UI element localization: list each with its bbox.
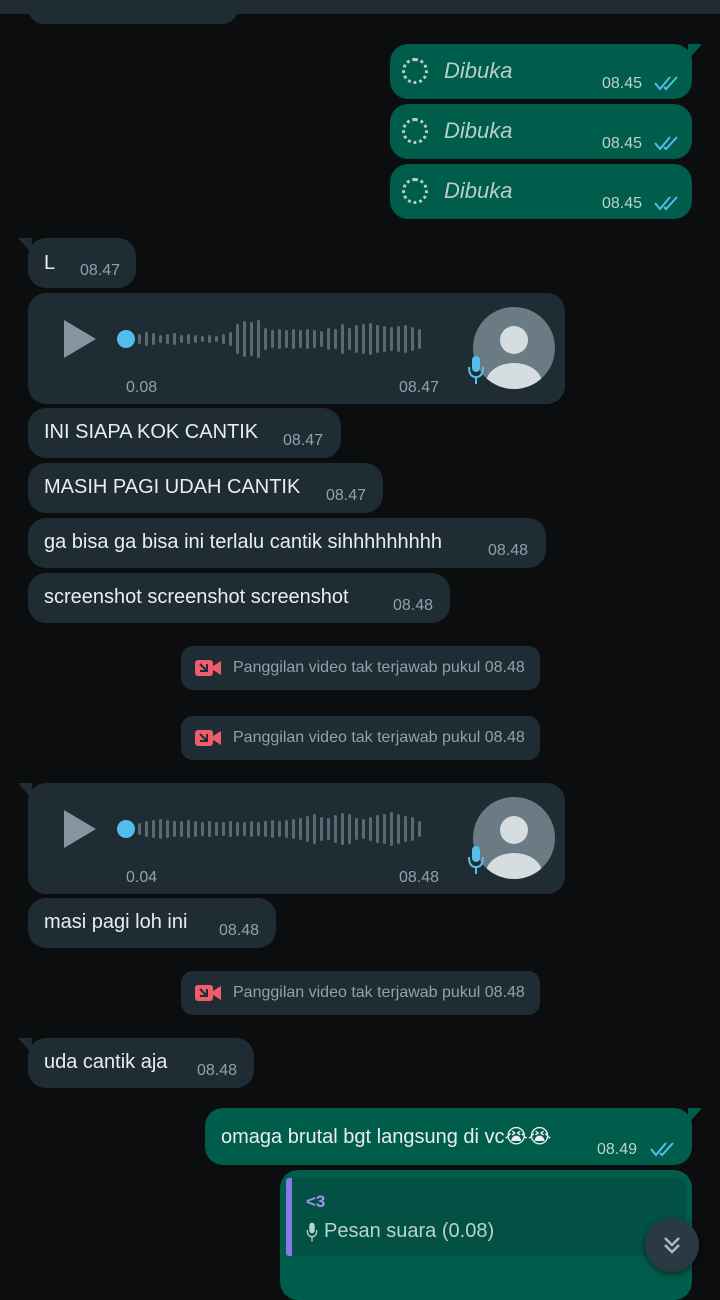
view-once-icon <box>402 58 428 84</box>
incoming-message[interactable]: screenshot screenshot screenshot 08.48 <box>28 573 450 623</box>
chevron-double-down-icon <box>664 1237 680 1254</box>
message-time: 08.48 <box>488 542 529 559</box>
view-once-label: Dibuka <box>444 178 513 203</box>
view-once-icon <box>402 118 428 144</box>
video-missed-icon <box>195 985 221 1001</box>
previous-message-bubble[interactable] <box>28 0 238 24</box>
voice-progress-handle[interactable] <box>117 330 135 348</box>
view-once-label: Dibuka <box>444 118 513 143</box>
incoming-message[interactable]: masi pagi loh ini 08.48 <box>28 898 276 948</box>
mic-icon <box>306 1222 318 1242</box>
message-time: 08.48 <box>197 1062 238 1079</box>
voice-waveform[interactable] <box>138 319 421 359</box>
notice-text: Panggilan video tak terjawab pukul 08.48 <box>233 659 525 676</box>
missed-video-call-notice[interactable]: Panggilan video tak terjawab pukul 08.48 <box>181 971 540 1015</box>
bubble-tail <box>688 1108 702 1124</box>
double-check-icon <box>654 76 678 91</box>
message-text: uda cantik aja <box>44 1051 168 1073</box>
message-time: 08.45 <box>602 75 643 92</box>
view-once-message[interactable]: Dibuka 08.45 <box>390 164 692 219</box>
incoming-message[interactable]: INI SIAPA KOK CANTIK 08.47 <box>28 408 341 458</box>
view-once-message[interactable]: Dibuka 08.45 <box>390 104 692 159</box>
message-time: 08.47 <box>326 487 367 504</box>
voice-duration: 0.08 <box>126 379 158 396</box>
message-time: 08.47 <box>283 432 324 449</box>
voice-waveform[interactable] <box>138 809 421 849</box>
message-time: 08.48 <box>219 922 260 939</box>
message-text: omaga brutal bgt langsung di vc😭😭 <box>221 1126 552 1148</box>
voice-duration: 0.04 <box>126 869 158 886</box>
view-once-icon <box>402 178 428 204</box>
view-once-message[interactable]: Dibuka 08.45 <box>390 44 692 99</box>
message-time: 08.47 <box>80 262 121 279</box>
message-text: MASIH PAGI UDAH CANTIK <box>44 476 301 498</box>
mic-icon <box>468 356 484 384</box>
video-missed-icon <box>195 660 221 676</box>
voice-progress-handle[interactable] <box>117 820 135 838</box>
quoted-sender: <3 <box>306 1192 326 1211</box>
voice-message[interactable]: 0.04 08.48 <box>28 783 565 894</box>
play-icon[interactable] <box>64 320 96 358</box>
incoming-message[interactable]: uda cantik aja 08.48 <box>28 1038 254 1088</box>
mic-icon <box>468 846 484 874</box>
double-check-icon <box>650 1142 674 1157</box>
quoted-text: Pesan suara (0.08) <box>324 1220 495 1242</box>
message-time: 08.45 <box>602 195 643 212</box>
message-time: 08.45 <box>602 135 643 152</box>
incoming-message[interactable]: ga bisa ga bisa ini terlalu cantik sihhh… <box>28 518 546 568</box>
missed-video-call-notice[interactable]: Panggilan video tak terjawab pukul 08.48 <box>181 646 540 690</box>
message-text: INI SIAPA KOK CANTIK <box>44 421 259 443</box>
double-check-icon <box>654 196 678 211</box>
double-check-icon <box>654 136 678 151</box>
notice-text: Panggilan video tak terjawab pukul 08.48 <box>233 984 525 1001</box>
message-time: 08.47 <box>399 379 440 396</box>
message-text: masi pagi loh ini <box>44 911 188 933</box>
scroll-to-bottom-button[interactable] <box>645 1218 699 1272</box>
play-icon[interactable] <box>64 810 96 848</box>
message-text: L <box>44 252 56 274</box>
outgoing-reply-message[interactable]: <3 Pesan suara (0.08) <box>280 1170 692 1300</box>
notice-text: Panggilan video tak terjawab pukul 08.48 <box>233 729 525 746</box>
incoming-message[interactable]: MASIH PAGI UDAH CANTIK 08.47 <box>28 463 383 513</box>
message-time: 08.49 <box>597 1141 638 1158</box>
incoming-message[interactable]: L 08.47 <box>28 238 136 288</box>
quoted-message[interactable]: <3 Pesan suara (0.08) <box>286 1178 686 1256</box>
avatar-icon <box>473 797 555 879</box>
video-missed-icon <box>195 730 221 746</box>
voice-message[interactable]: 0.08 08.47 <box>28 293 565 404</box>
message-text: screenshot screenshot screenshot <box>44 586 349 608</box>
missed-video-call-notice[interactable]: Panggilan video tak terjawab pukul 08.48 <box>181 716 540 760</box>
avatar-icon <box>473 307 555 389</box>
message-time: 08.48 <box>399 869 440 886</box>
quote-accent-bar <box>286 1178 292 1256</box>
view-once-label: Dibuka <box>444 58 513 83</box>
message-text: ga bisa ga bisa ini terlalu cantik sihhh… <box>44 531 443 553</box>
outgoing-message[interactable]: omaga brutal bgt langsung di vc😭😭 08.49 <box>205 1108 692 1165</box>
bubble-tail <box>688 44 702 60</box>
message-time: 08.48 <box>393 597 434 614</box>
